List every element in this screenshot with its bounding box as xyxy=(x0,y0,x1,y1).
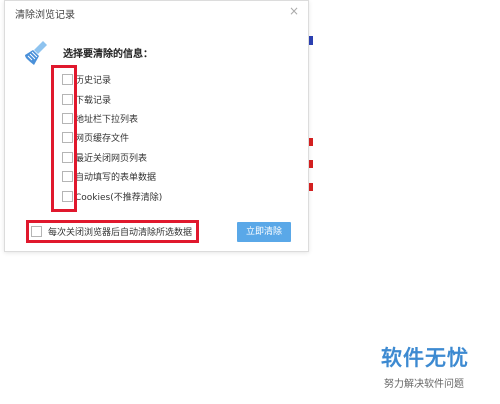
dialog-heading: 选择要清除的信息： xyxy=(63,49,153,60)
checkbox-highlight xyxy=(51,65,77,212)
dialog-titlebar[interactable]: 清除浏览记录 × xyxy=(5,1,308,27)
option-label: 自动填写的表单数据 xyxy=(75,172,157,183)
background-fragment xyxy=(309,160,313,168)
option-label: Cookies(不推荐清除) xyxy=(75,192,163,203)
option-label: 最近关闭网页列表 xyxy=(75,153,148,164)
broom-icon xyxy=(25,41,47,65)
auto-clear-highlight xyxy=(26,220,199,243)
option-label: 下载记录 xyxy=(75,95,112,106)
option-cookies[interactable]: Cookies(不推荐清除) xyxy=(62,188,162,204)
close-icon[interactable]: × xyxy=(287,4,301,18)
clear-browsing-data-dialog: 清除浏览记录 × 选择要清除的信息： 历史记录 下载记录 地址栏下拉列表 网页缓… xyxy=(4,0,309,252)
background-fragment xyxy=(309,36,313,45)
background-fragment xyxy=(309,138,313,146)
option-label: 地址栏下拉列表 xyxy=(75,114,139,125)
dialog-title: 清除浏览记录 xyxy=(15,10,75,21)
clear-now-button[interactable]: 立即清除 xyxy=(237,222,291,242)
option-label: 网页缓存文件 xyxy=(75,133,130,144)
watermark-title: 软件无忧 xyxy=(381,346,469,370)
background-fragment xyxy=(309,183,313,191)
watermark-subtitle: 努力解决软件问题 xyxy=(384,379,464,390)
option-label: 历史记录 xyxy=(75,75,112,86)
